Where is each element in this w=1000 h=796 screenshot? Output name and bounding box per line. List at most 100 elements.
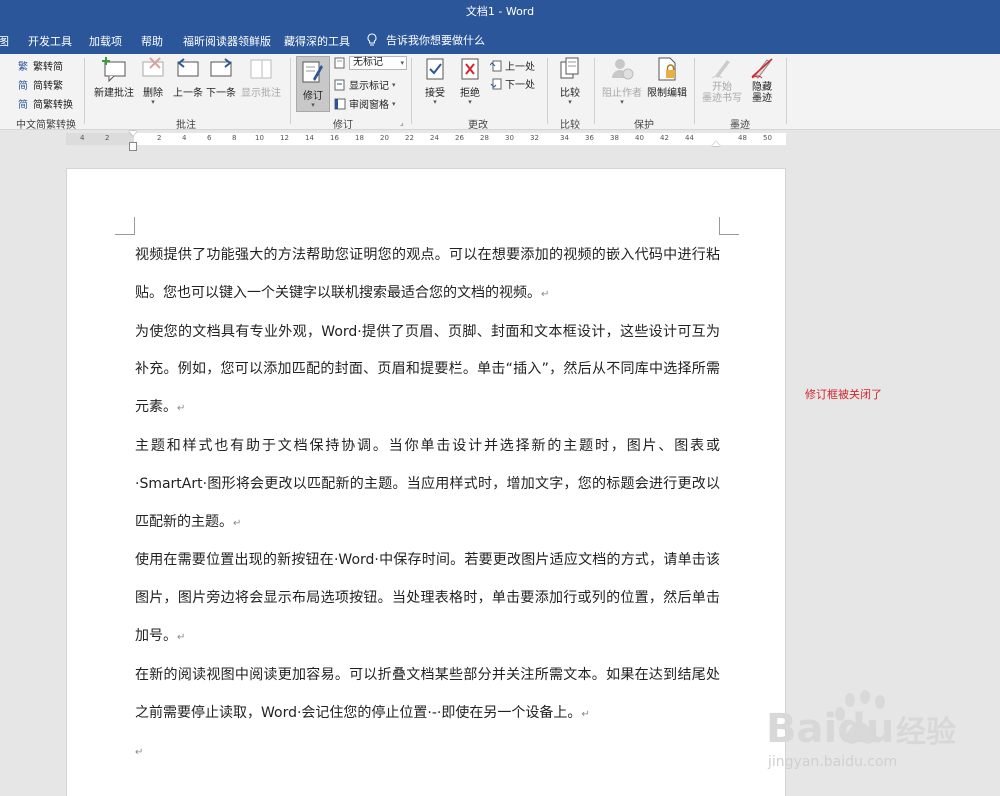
trad-to-simp-button[interactable]: 繁 繁转简 (18, 58, 63, 74)
trad-to-simp-label: 繁转简 (33, 62, 63, 73)
group-label-ink: 墨迹 (730, 120, 750, 131)
tell-me-text: 告诉我你想要做什么 (386, 34, 485, 47)
simp-to-trad-button[interactable]: 简 简转繁 (18, 77, 63, 93)
simp-trad-icon: 简 (18, 79, 28, 91)
paragraph-mark: ↵ (541, 288, 550, 300)
markup-view-dropdown[interactable]: 无标记 ▾ (334, 56, 407, 70)
hide-ink-button[interactable]: 隐藏 墨迹 (746, 56, 778, 104)
show-markup-button[interactable]: 显示标记 ▾ (334, 77, 396, 92)
margin-corner-marker (115, 217, 135, 235)
start-inking-label-1: 开始 (712, 82, 732, 93)
first-line-indent-marker[interactable] (129, 131, 137, 136)
ruler-tick: 22 (405, 134, 414, 142)
previous-change-label: 上一处 (505, 62, 535, 73)
next-comment-label: 下一条 (206, 88, 236, 99)
window-title: 文档1 - Word (465, 5, 535, 18)
track-changes-button[interactable]: 修订 ▾ (296, 56, 330, 112)
ruler-tick: 12 (280, 134, 289, 142)
accept-icon (426, 58, 444, 80)
dropdown-arrow: ▾ (311, 101, 315, 109)
reviewing-pane-button[interactable]: 审阅窗格 ▾ (334, 96, 396, 111)
ruler-tick: 20 (380, 134, 389, 142)
title-bar: 文档1 - Word (0, 0, 1000, 26)
accept-button[interactable]: 接受 ▾ (420, 56, 450, 106)
baidu-jingyan-watermark: Baidu 经验 jingyan.baidu.com (766, 690, 956, 770)
ruler-tick: 2 (105, 134, 110, 142)
dropdown-arrow: ▾ (433, 98, 437, 106)
group-label-chinese: 中文简繁转换 (16, 120, 76, 131)
svg-text:简: 简 (18, 98, 28, 110)
document-page[interactable]: 视频提供了功能强大的方法帮助您证明您的观点。可以在想要添加的视频的嵌入代码中进行… (66, 168, 786, 796)
margin-corner-marker (719, 217, 739, 235)
restrict-editing-button[interactable]: 限制编辑 (646, 56, 688, 99)
horizontal-ruler[interactable]: 4 2 2 4 6 8 10 12 14 16 18 20 22 24 26 2… (66, 133, 786, 145)
paragraph[interactable]: 主题和样式也有助于文档保持协调。当你单击设计并选择新的主题时，图片、图表或·Sm… (135, 428, 720, 542)
paragraph-mark: ↵ (135, 747, 144, 759)
compare-button[interactable]: 比较 ▾ (556, 56, 584, 106)
paragraph-mark: ↵ (177, 631, 186, 643)
right-indent-marker[interactable] (712, 141, 720, 146)
markup-view-select[interactable]: 无标记 ▾ (349, 56, 407, 70)
tell-me-box[interactable]: 告诉我你想要做什么 (366, 32, 485, 48)
ruler-tick: 40 (635, 134, 644, 142)
convert-button[interactable]: 简 简繁转换 (18, 96, 73, 112)
previous-change-button[interactable]: 上一处 (490, 58, 535, 73)
paragraph[interactable]: 视频提供了功能强大的方法帮助您证明您的观点。可以在想要添加的视频的嵌入代码中进行… (135, 237, 720, 314)
new-comment-icon (102, 57, 126, 82)
hide-ink-icon (751, 58, 773, 79)
dialog-launcher-icon[interactable]: ⌟ (400, 118, 404, 127)
start-inking-label-2: 墨迹书写 (702, 93, 742, 104)
left-indent-marker[interactable] (129, 142, 137, 151)
delete-comment-button[interactable]: 删除 ▾ (138, 56, 168, 106)
start-inking-button[interactable]: 开始 墨迹书写 (700, 56, 744, 104)
trad-simp-icon: 繁 (18, 60, 28, 72)
show-comments-button[interactable]: 显示批注 (240, 56, 282, 99)
paragraph[interactable]: 为使您的文档具有专业外观，Word·提供了页眉、页脚、封面和文本框设计，这些设计… (135, 314, 720, 428)
paragraph[interactable]: 在新的阅读视图中阅读更加容易。可以折叠文档某些部分并关注所需文本。如果在达到结尾… (135, 657, 720, 734)
ruler-tick: 26 (455, 134, 464, 142)
paragraph-mark: ↵ (233, 517, 242, 529)
hide-ink-label-1: 隐藏 (752, 82, 772, 93)
paragraph-mark: ↵ (177, 403, 186, 415)
block-authors-button[interactable]: 阻止作者 ▾ (601, 56, 643, 106)
tab-hidden-tools[interactable]: 藏得深的工具 (284, 33, 350, 49)
reviewing-pane-label: 审阅窗格 (349, 100, 389, 111)
annotation-note: 修订框被关闭了 (805, 388, 882, 401)
next-change-icon (490, 78, 502, 89)
lightbulb-icon (367, 33, 377, 46)
document-body[interactable]: 视频提供了功能强大的方法帮助您证明您的观点。可以在想要添加的视频的嵌入代码中进行… (135, 237, 720, 772)
group-label-comments: 批注 (176, 120, 196, 131)
ruler-tick: 18 (355, 134, 364, 142)
ruler-tick: 6 (207, 134, 212, 142)
show-markup-label: 显示标记 (349, 81, 389, 92)
separator (786, 58, 787, 124)
next-change-button[interactable]: 下一处 (490, 76, 535, 91)
convert-label: 简繁转换 (33, 100, 73, 111)
watermark-cn: 经验 (896, 715, 956, 750)
ruler-tick: 14 (305, 134, 314, 142)
prev-comment-button[interactable]: 上一条 (172, 56, 204, 99)
tab-design[interactable]: 图 (0, 33, 9, 49)
next-comment-icon (210, 58, 232, 77)
show-markup-icon (334, 79, 345, 90)
dropdown-arrow: ▾ (468, 98, 472, 106)
show-comments-icon (250, 59, 272, 79)
tab-addins[interactable]: 加载项 (89, 33, 122, 49)
paragraph[interactable]: 使用在需要位置出现的新按钮在·Word·中保存时间。若要更改图片适应文档的方式，… (135, 542, 720, 656)
tab-developer[interactable]: 开发工具 (28, 33, 72, 49)
next-comment-button[interactable]: 下一条 (205, 56, 237, 99)
svg-text:繁: 繁 (18, 60, 28, 72)
ruler-tick: 4 (182, 134, 187, 142)
restrict-editing-label: 限制编辑 (647, 88, 687, 99)
paragraph-mark: ↵ (581, 708, 590, 720)
new-comment-button[interactable]: 新建批注 (92, 56, 136, 99)
dropdown-arrow: ▾ (620, 98, 624, 106)
separator (290, 58, 291, 124)
markup-view-icon (334, 57, 345, 69)
tab-foxit[interactable]: 福昕阅读器领鲜版 (183, 33, 271, 49)
reject-button[interactable]: 拒绝 ▾ (455, 56, 485, 106)
ruler-tick: 30 (505, 134, 514, 142)
ruler-tick: 28 (480, 134, 489, 142)
tab-help[interactable]: 帮助 (141, 33, 163, 49)
empty-paragraph[interactable]: ↵ (135, 733, 720, 772)
